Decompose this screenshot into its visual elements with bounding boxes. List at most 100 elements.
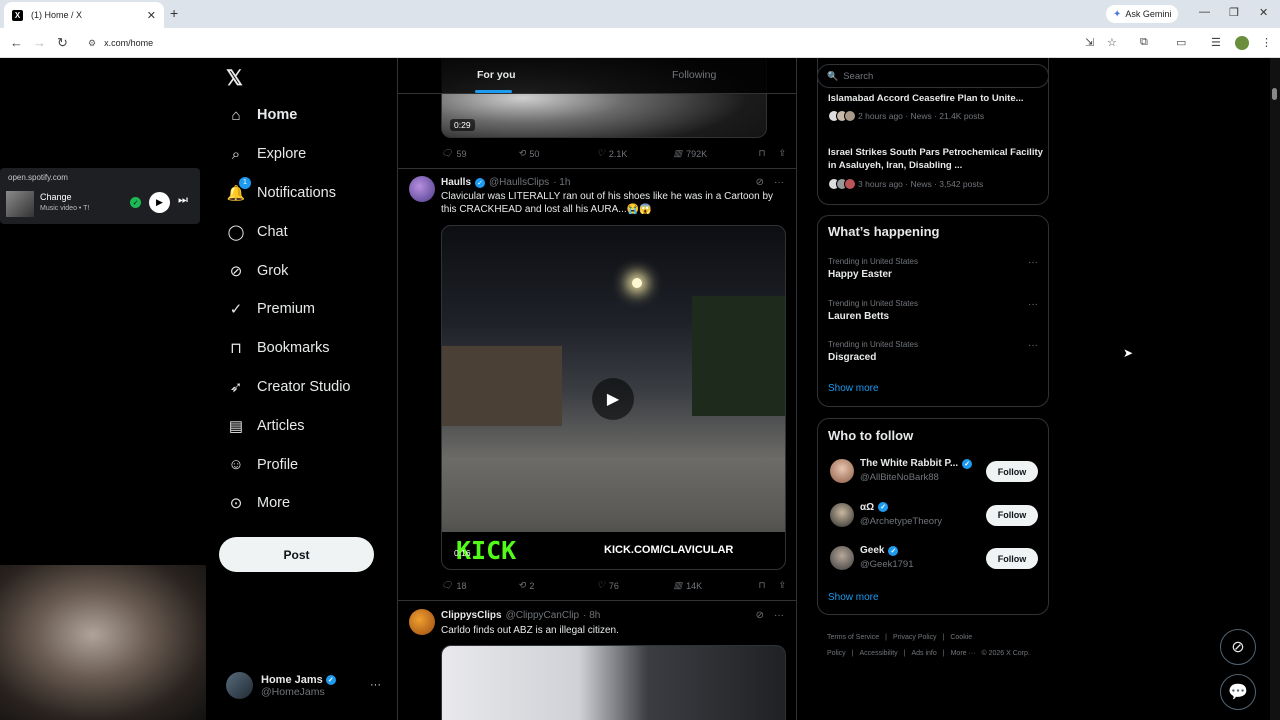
reply-button[interactable]: 🗨 59 <box>441 148 518 159</box>
show-more-link[interactable]: Show more <box>828 383 879 394</box>
new-tab-icon[interactable]: + <box>170 5 178 21</box>
minimize-window-icon[interactable]: — <box>1199 6 1210 18</box>
news-headline[interactable]: Israel Strikes South Pars Petrochemical … <box>828 146 1043 172</box>
browser-tab[interactable]: X (1) Home / X ✕ <box>4 2 164 28</box>
trend-name[interactable]: Lauren Betts <box>828 311 889 322</box>
bookmark-tweet-icon[interactable]: ⊓ <box>758 580 778 591</box>
nav-item-notifications[interactable]: 🔔 1 Notifications <box>226 174 351 213</box>
footer-link[interactable]: More ··· <box>951 650 976 657</box>
tab-following[interactable]: Following <box>672 69 716 81</box>
suggested-account-name[interactable]: Geek ✓ <box>860 545 899 556</box>
author-name[interactable]: ClippysClips <box>441 610 502 621</box>
tweet-time[interactable]: · 8h <box>583 610 600 621</box>
footer-link[interactable]: Privacy Policy <box>893 634 937 641</box>
footer-link[interactable]: © 2026 X Corp. <box>981 650 1029 657</box>
back-icon[interactable]: ← <box>10 35 23 50</box>
views-button[interactable]: ▥ 14K <box>674 580 759 591</box>
account-more-icon[interactable]: ··· <box>370 679 381 691</box>
repost-button[interactable]: ⟲ 2 <box>518 580 597 591</box>
nav-label: Notifications <box>257 184 336 201</box>
nav-item-creator-studio[interactable]: ➶ Creator Studio <box>226 368 351 407</box>
nav-item-profile[interactable]: ☺ Profile <box>226 445 351 484</box>
nav-item-explore[interactable]: ⌕ Explore <box>226 135 351 174</box>
account-switcher[interactable]: Home Jams ✓ @HomeJams <box>226 672 336 699</box>
bookmark-star-icon[interactable]: ☆ <box>1107 36 1117 49</box>
close-tab-icon[interactable]: ✕ <box>147 9 156 22</box>
footer-link[interactable]: Terms of Service <box>827 634 879 641</box>
follow-button[interactable]: Follow <box>986 461 1038 482</box>
suggested-account-name[interactable]: The White Rabbit P... ✓ <box>860 458 973 469</box>
more-options-icon[interactable]: ··· <box>774 177 784 188</box>
tweet-time[interactable]: · 1h <box>553 177 570 188</box>
trend-more-icon[interactable]: ··· <box>1028 257 1038 268</box>
close-window-icon[interactable]: ✕ <box>1259 6 1268 19</box>
install-app-icon[interactable]: ⇲ <box>1085 36 1094 49</box>
address-bar[interactable]: ⚙ x.com/home <box>80 32 1090 54</box>
avatar[interactable] <box>830 546 854 570</box>
browser-profile-avatar[interactable] <box>1235 36 1249 50</box>
reply-button[interactable]: 🗨 18 <box>441 580 518 591</box>
restore-window-icon[interactable]: ❐ <box>1229 6 1239 19</box>
play-icon[interactable]: ▶ <box>149 192 170 213</box>
reload-icon[interactable]: ↻ <box>57 35 68 51</box>
tweet[interactable]: Haulls ✓ @HaullsClips · 1h ⊘ ··· Clavicu… <box>398 169 796 601</box>
footer-link[interactable]: Ads info <box>911 650 936 657</box>
scrollbar[interactable] <box>1270 58 1280 720</box>
scrollbar-thumb[interactable] <box>1272 88 1277 100</box>
share-icon[interactable]: ⇪ <box>778 580 786 591</box>
play-video-icon[interactable]: ▶ <box>592 378 634 420</box>
tweet-video[interactable]: ▶ KICK KICK.COM/CLAVICULAR 0:16 <box>441 225 786 570</box>
news-headline[interactable]: Islamabad Accord Ceasefire Plan to Unite… <box>828 92 1043 105</box>
side-panel-icon[interactable]: ▭ <box>1176 36 1186 49</box>
tab-for-you[interactable]: For you <box>477 69 516 81</box>
trend-name[interactable]: Happy Easter <box>828 269 892 280</box>
grok-icon[interactable]: ⊘ <box>756 610 764 621</box>
avatar[interactable] <box>409 176 435 202</box>
author-handle[interactable]: @HaullsClips <box>489 177 549 188</box>
nav-item-bookmarks[interactable]: ⊓ Bookmarks <box>226 329 351 368</box>
views-button[interactable]: ▥ 792K <box>674 148 759 159</box>
avatar[interactable] <box>830 502 854 527</box>
ask-gemini-button[interactable]: ✦ Ask Gemini <box>1106 5 1179 23</box>
trend-more-icon[interactable]: ··· <box>1028 299 1038 310</box>
nav-item-more[interactable]: ⊙ More <box>226 484 351 523</box>
avatar[interactable] <box>409 609 435 635</box>
nav-item-home[interactable]: ⌂ Home <box>226 96 351 135</box>
site-info-icon[interactable]: ⚙ <box>88 38 96 49</box>
bookmark-tweet-icon[interactable]: ⊓ <box>758 148 778 159</box>
like-button[interactable]: ♡ 2.1K <box>597 148 674 159</box>
nav-item-articles[interactable]: ▤ Articles <box>226 406 351 445</box>
grok-fab-icon[interactable]: ⊘ <box>1220 629 1256 665</box>
saved-check-icon[interactable]: ✓ <box>130 197 141 208</box>
show-more-link[interactable]: Show more <box>828 592 879 603</box>
share-icon[interactable]: ⇪ <box>778 148 786 159</box>
messages-fab-icon[interactable]: 💬 <box>1220 674 1256 710</box>
post-button[interactable]: Post <box>219 537 374 572</box>
more-options-icon[interactable]: ··· <box>774 610 784 621</box>
follow-button[interactable]: Follow <box>986 548 1038 569</box>
tweet-video[interactable] <box>441 645 786 720</box>
avatar[interactable] <box>830 459 854 483</box>
trend-more-icon[interactable]: ··· <box>1028 340 1038 351</box>
like-button[interactable]: ♡ 76 <box>597 580 674 591</box>
media-controls-icon[interactable]: ☰ <box>1211 36 1221 49</box>
footer-separator: | <box>903 650 906 657</box>
x-logo-icon[interactable]: 𝕏 <box>226 66 243 91</box>
tweet[interactable]: ClippysClips @ClippyCanClip · 8h ⊘ ··· C… <box>398 601 796 720</box>
nav-item-chat[interactable]: ◯ Chat <box>226 212 351 251</box>
footer-separator: | <box>885 634 887 641</box>
suggested-account-name[interactable]: αΩ ✓ <box>860 502 889 513</box>
author-name[interactable]: Haulls <box>441 177 471 188</box>
follow-button[interactable]: Follow <box>986 504 1038 526</box>
forward-icon[interactable]: → <box>33 35 46 50</box>
nav-item-grok[interactable]: ⊘ Grok <box>226 251 351 290</box>
nav-item-premium[interactable]: ✓ Premium <box>226 290 351 329</box>
trend-name[interactable]: Disgraced <box>828 352 876 363</box>
browser-menu-icon[interactable]: ⋮ <box>1261 36 1272 49</box>
author-handle[interactable]: @ClippyCanClip <box>506 610 580 621</box>
next-track-icon[interactable]: ⏭ <box>178 194 188 207</box>
repost-button[interactable]: ⟲ 50 <box>518 148 597 159</box>
grok-icon[interactable]: ⊘ <box>756 177 764 188</box>
footer-link[interactable]: Accessibility <box>860 650 898 657</box>
extensions-icon[interactable]: ⧉ <box>1140 36 1148 49</box>
